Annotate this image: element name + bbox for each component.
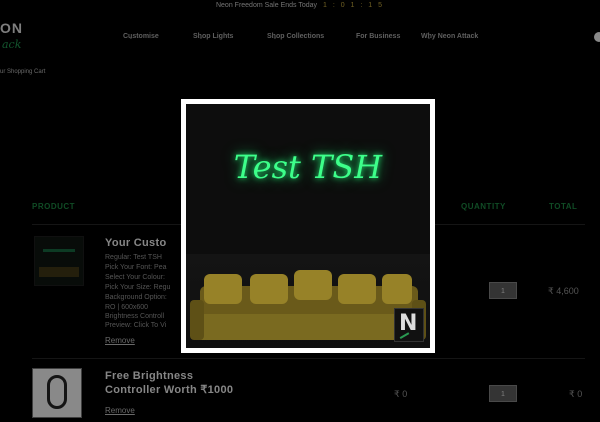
cushion [204,274,242,304]
cushion [294,270,332,300]
neon-sign-text: Test TSH [233,148,383,186]
preview-image: Test TSH N [186,104,430,348]
sofa-seat [194,314,424,340]
preview-modal: Test TSH N [181,99,435,353]
brand-badge-icon: N [394,308,424,342]
cart-page: Neon Freedom Sale Ends Today 1 : 0 1 : 1… [0,0,600,422]
cushion [250,274,288,304]
cushion [382,274,412,304]
sofa-arm [190,300,204,340]
cushion [338,274,376,304]
